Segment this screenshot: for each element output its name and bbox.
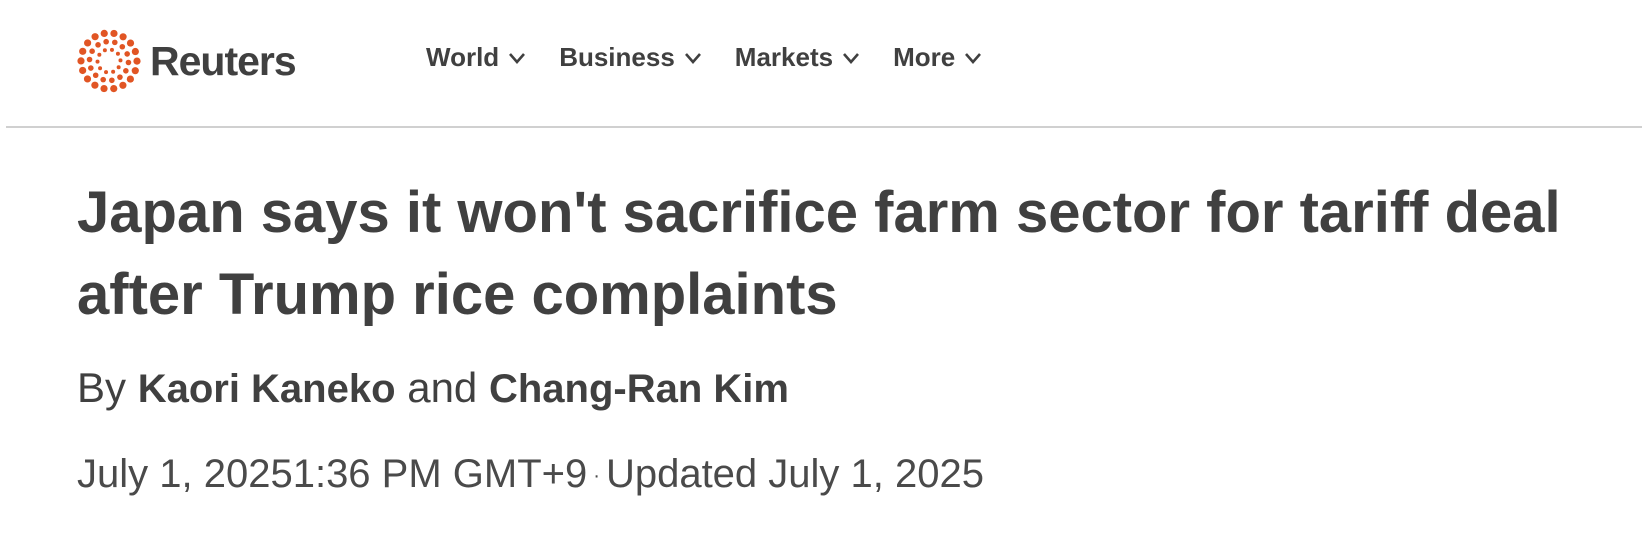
nav-item-label: Business bbox=[559, 42, 675, 72]
nav-item-label: Markets bbox=[734, 42, 834, 72]
nav-item-more[interactable]: More bbox=[893, 42, 983, 73]
dateline: July 1, 20251:36 PM GMT+9 · Updated July 1… bbox=[77, 452, 984, 497]
nav-item-business[interactable]: Business bbox=[559, 42, 703, 73]
article-headline: Japan says it won't sacrifice farm secto… bbox=[77, 180, 1561, 327]
chevron-down-icon bbox=[684, 52, 701, 64]
published-date: July 1, 2025 bbox=[77, 452, 293, 496]
article-page: Reuters World Business Markets More Japa… bbox=[0, 0, 1642, 535]
chevron-down-icon bbox=[843, 52, 860, 64]
nav-item-world[interactable]: World bbox=[426, 42, 527, 73]
author-link-kaori-kaneko[interactable]: Kaori Kaneko bbox=[138, 367, 396, 411]
reuters-logo[interactable]: Reuters bbox=[76, 28, 297, 94]
byline-conjunction: and bbox=[407, 364, 478, 411]
chevron-down-icon bbox=[965, 52, 982, 64]
author-link-chang-ran-kim[interactable]: Chang-Ran Kim bbox=[489, 367, 789, 411]
nav-item-label: More bbox=[893, 42, 956, 72]
byline-prefix: By bbox=[77, 364, 127, 411]
dateline-separator: · bbox=[593, 464, 600, 487]
reuters-logo-icon bbox=[77, 29, 141, 93]
nav-item-label: World bbox=[426, 42, 500, 72]
updated-date: Updated July 1, 2025 bbox=[605, 452, 984, 496]
chevron-down-icon bbox=[509, 52, 526, 64]
site-header: Reuters World Business Markets More bbox=[6, 0, 1642, 128]
published-time: 1:36 PM GMT+9 bbox=[292, 452, 588, 496]
logo-text: Reuters bbox=[150, 37, 297, 84]
nav-item-markets[interactable]: Markets bbox=[735, 42, 861, 73]
main-nav: World Business Markets More bbox=[426, 42, 1015, 73]
byline: By Kaori Kaneko and Chang-Ran Kim bbox=[77, 364, 789, 412]
